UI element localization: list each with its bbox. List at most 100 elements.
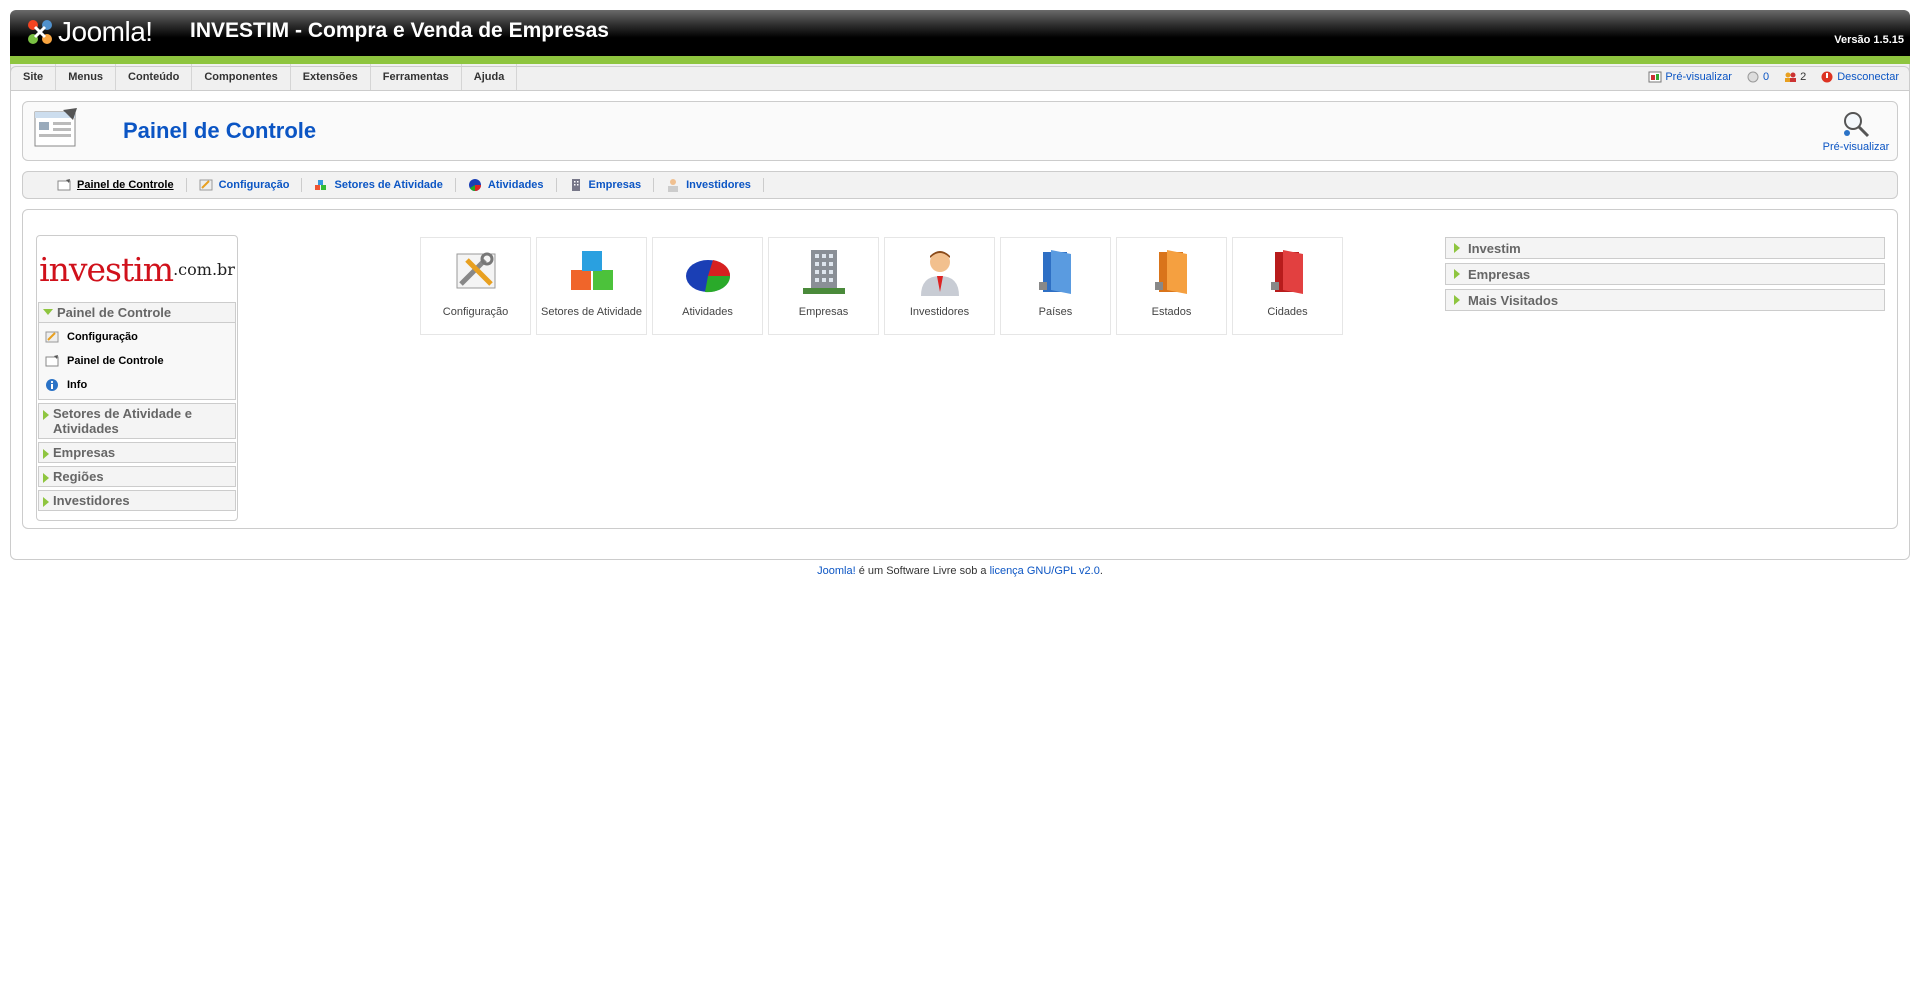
left-item-configuracao-label: Configuração [67,331,138,343]
collapsed-arrow-icon [43,449,49,459]
menu-ferramentas[interactable]: Ferramentas [371,64,462,90]
tools-icon [456,252,496,289]
quickicon-atividades[interactable]: Atividades [652,237,763,335]
status-preview-label: Pré-visualizar [1665,71,1732,83]
accordion-investidores-label: Investidores [53,493,130,508]
toolbar-preview-button[interactable]: Pré-visualizar [1821,110,1891,153]
submenu-empresas[interactable]: Empresas [557,178,655,192]
info-icon [46,379,58,391]
menu-componentes[interactable]: Componentes [192,64,291,90]
left-item-painel-label: Painel de Controle [67,355,164,367]
quickicon-paises[interactable]: Países [1000,237,1111,335]
left-item-info-label: Info [67,379,88,391]
submenu-setores-label: Setores de Atividade [334,179,443,191]
messages-count: 0 [1762,71,1770,83]
submenu-configuracao-label: Configuração [218,179,290,191]
page-title: Painel de Controle [123,118,317,143]
version-label: Versão 1.5.15 [1834,34,1904,46]
status-bar: Pré-visualizar 0 2 Desconectar [1648,64,1899,90]
pie-small-icon [468,179,481,191]
status-preview[interactable]: Pré-visualizar [1648,70,1732,84]
config-small-icon [199,179,213,191]
accordion-painel-body: Configuração Painel de Controle Info [38,323,236,400]
collapsed-arrow-icon [1454,269,1460,279]
submenu-atividades-label: Atividades [487,179,544,191]
site-title: INVESTIM - Compra e Venda de Empresas [190,19,609,42]
menu-conteudo[interactable]: Conteúdo [116,64,193,90]
accordion-setores-label: Setores de Atividade e Atividades [53,406,192,436]
blue-folder-icon [1039,250,1071,294]
submenu-empresas-label: Empresas [588,179,642,191]
panel-investim[interactable]: Investim [1445,237,1885,259]
quickicon-estados[interactable]: Estados [1116,237,1227,335]
submenu-setores[interactable]: Setores de Atividade [302,178,456,192]
quickicon-setores[interactable]: Setores de Atividade [536,237,647,335]
collapsed-arrow-icon [43,497,49,507]
accordion-regioes-label: Regiões [53,469,104,484]
cubes-icon [571,251,613,290]
footer-joomla-link[interactable]: Joomla! [817,565,856,577]
logout-link[interactable]: Desconectar [1820,70,1899,84]
investim-brand: investim .com.br [37,236,237,302]
accordion-painel-label: Painel de Controle [57,305,172,320]
panel-empresas-label: Empresas [1468,266,1531,282]
preview-icon [1648,71,1662,83]
logout-icon [1821,71,1833,83]
menu-menus[interactable]: Menus [56,64,117,90]
panel-empresas[interactable]: Empresas [1445,263,1885,285]
page-header: Painel de Controle Pré-visualizar [22,101,1898,161]
accordion-investidores[interactable]: Investidores [38,490,236,511]
status-messages[interactable]: 0 [1746,70,1769,84]
collapsed-arrow-icon [43,410,49,420]
submenu-painel[interactable]: Painel de Controle [45,178,187,192]
logo-text: Joomla! [58,16,153,47]
messages-icon [1747,71,1759,83]
footer-end: . [1099,565,1103,577]
panel-investim-label: Investim [1468,240,1521,256]
accordion-painel[interactable]: Painel de Controle [38,302,236,323]
quickicon-empresas-label: Empresas [798,306,849,318]
users-icon [1785,72,1797,82]
footer-license-link[interactable]: licença GNU/GPL v2.0 [990,565,1100,577]
menu-ajuda[interactable]: Ajuda [462,64,518,90]
building-icon [803,250,845,294]
accordion-setores[interactable]: Setores de Atividade e Atividades [38,403,236,439]
panel-mais-visitados[interactable]: Mais Visitados [1445,289,1885,311]
quickicon-investidores[interactable]: Investidores [884,237,995,335]
main-content: investim .com.br Painel de Controle Confi… [22,209,1898,529]
quickicon-empresas[interactable]: Empresas [768,237,879,335]
logout-label: Desconectar [1837,71,1899,83]
header-bar: Joomla! INVESTIM - Compra e Venda de Emp… [10,10,1910,64]
cubes-small-icon [315,180,327,190]
submenu-investidores[interactable]: Investidores [654,178,764,192]
quickicon-cidades[interactable]: Cidades [1232,237,1343,335]
top-menu: Site Menus Conteúdo Componentes Extensõe… [10,64,1910,91]
collapsed-arrow-icon [43,473,49,483]
menu-extensoes[interactable]: Extensões [291,64,371,90]
quickicon-atividades-label: Atividades [682,306,733,318]
quick-icons: Configuração Setores de Atividade Ativid… [420,237,1343,335]
expanded-arrow-icon [43,309,53,315]
quickicon-configuracao-label: Configuração [442,306,509,318]
brand-suffix: .com.br [173,259,235,279]
left-item-configuracao[interactable]: Configuração [39,325,235,349]
left-item-painel[interactable]: Painel de Controle [39,349,235,373]
red-folder-icon [1271,250,1303,294]
building-small-icon [571,179,580,191]
menu-site[interactable]: Site [11,64,57,90]
joomla-logo[interactable]: Joomla! [24,16,153,48]
magnifier-icon [1844,112,1870,138]
component-submenu: Painel de Controle Configuração Setores … [22,171,1898,199]
quickicon-configuracao[interactable]: Configuração [420,237,531,335]
accordion-empresas[interactable]: Empresas [38,442,236,463]
submenu-configuracao[interactable]: Configuração [187,178,303,192]
control-panel-icon [34,108,77,147]
accordion-regioes[interactable]: Regiões [38,466,236,487]
quickicon-estados-label: Estados [1151,306,1192,318]
collapsed-arrow-icon [1454,295,1460,305]
control-panel-small-icon [45,355,59,367]
left-item-info[interactable]: Info [39,373,235,397]
admin-page: Joomla! INVESTIM - Compra e Venda de Emp… [10,10,1910,577]
users-count: 2 [1800,71,1807,83]
submenu-atividades[interactable]: Atividades [456,178,557,192]
